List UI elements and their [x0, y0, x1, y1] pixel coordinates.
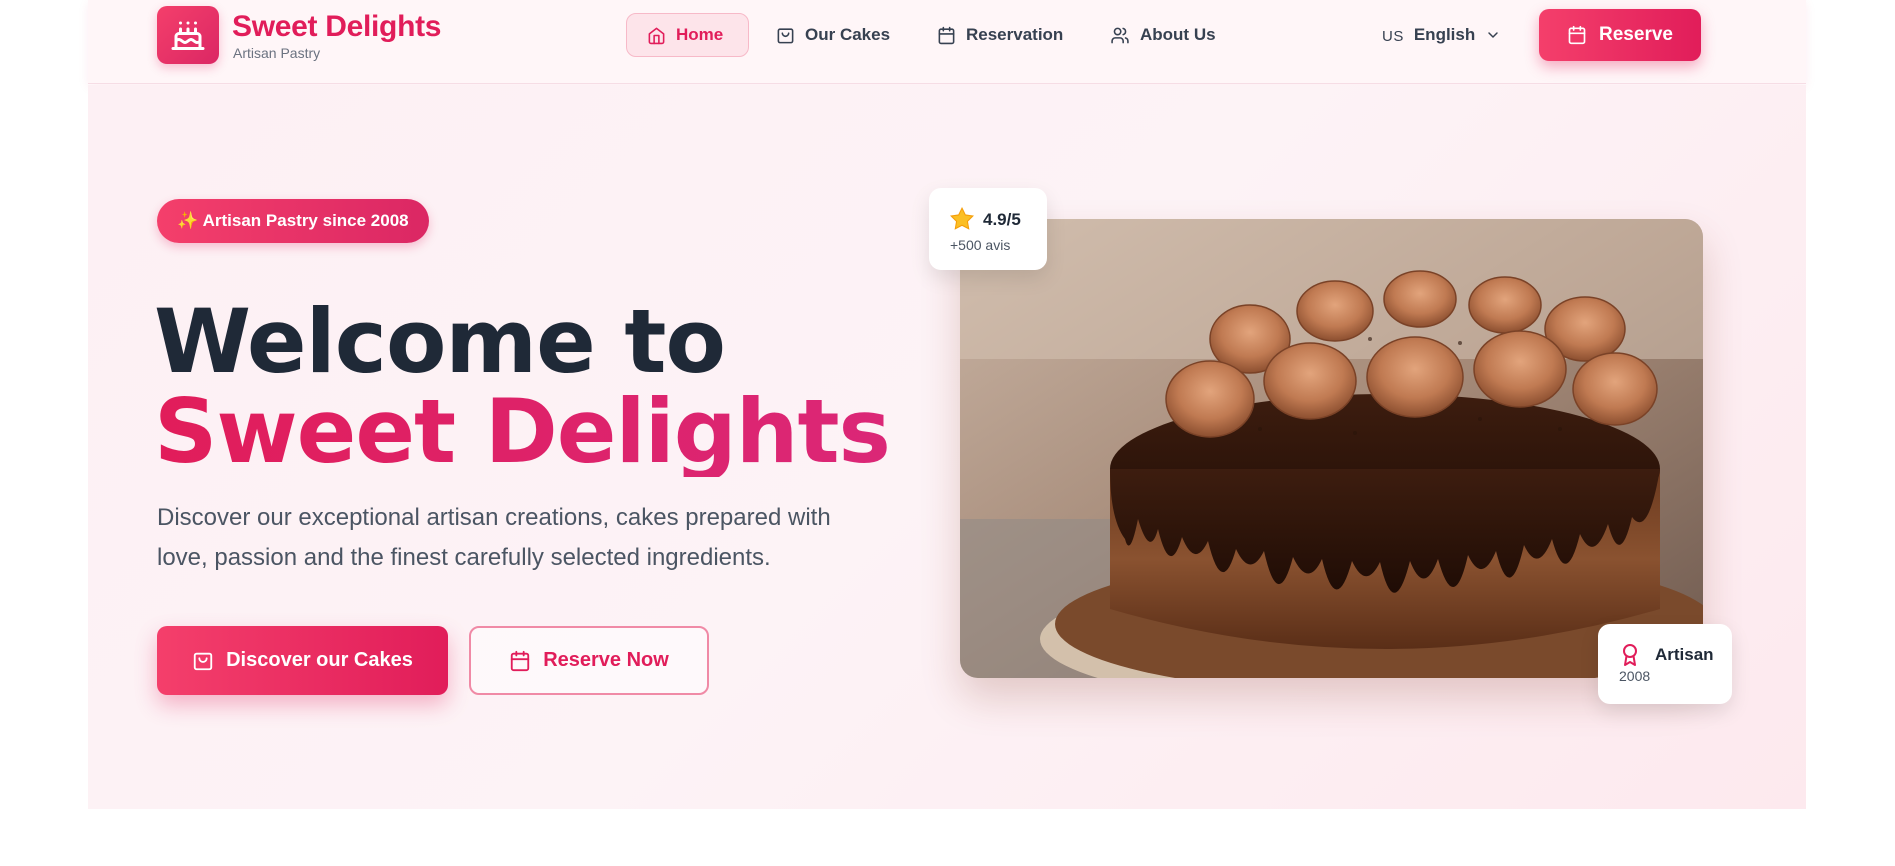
language-label: English	[1413, 25, 1476, 44]
site-header: Sweet Delights Artisan Pastry Home Our C…	[88, 0, 1806, 84]
language-selector[interactable]: US English	[1382, 13, 1501, 57]
discover-cakes-label: Discover our Cakes	[226, 649, 413, 671]
award-icon	[1623, 644, 1637, 666]
nav-item-home[interactable]: Home	[626, 13, 749, 57]
nav-item-reservation[interactable]: Reservation	[937, 13, 1063, 57]
hero-cake-image	[960, 219, 1703, 678]
artisan-year: 2008	[1619, 668, 1651, 684]
nav-item-label: Reservation	[966, 25, 1064, 44]
users-icon	[1111, 27, 1129, 43]
hero-badge: ✨ Artisan Pastry since 2008	[157, 199, 429, 243]
calendar-icon	[511, 650, 530, 671]
nav-item-label: About Us	[1140, 25, 1216, 44]
nav-item-about-us[interactable]: About Us	[1110, 13, 1216, 57]
calendar-icon	[938, 26, 955, 44]
hero-section: ✨ Artisan Pastry since 2008 Welcome to S…	[88, 85, 1806, 809]
nav-item-label: Our Cakes	[805, 25, 891, 44]
chevron-down-icon	[1488, 32, 1498, 38]
logo[interactable]	[157, 6, 219, 64]
reserve-now-label: Reserve Now	[543, 649, 669, 671]
brand-name[interactable]: Sweet Delights	[232, 10, 441, 44]
cake-icon	[171, 21, 205, 50]
artisan-card: Artisan 2008	[1598, 624, 1732, 704]
reserve-button-label: Reserve	[1599, 24, 1673, 45]
hero-headline: Welcome to Sweet Delights	[154, 290, 891, 483]
nav-item-our-cakes[interactable]: Our Cakes	[776, 13, 890, 57]
headline-line-2: Sweet Delights	[154, 380, 891, 483]
shopping-bag-icon	[777, 27, 794, 43]
calendar-icon	[1568, 25, 1586, 45]
home-icon	[648, 27, 665, 44]
nav-item-label: Home	[676, 25, 724, 44]
rating-value: 4.9/5	[983, 210, 1021, 229]
reserve-now-button[interactable]: Reserve Now	[469, 626, 709, 695]
rating-reviews: +500 avis	[950, 237, 1011, 253]
rating-card: 4.9/5 +500 avis	[929, 188, 1047, 270]
brand-subtitle: Artisan Pastry	[233, 45, 321, 61]
discover-cakes-button[interactable]: Discover our Cakes	[157, 626, 448, 695]
headline-line-1: Welcome to	[154, 290, 726, 393]
artisan-title: Artisan	[1655, 645, 1714, 664]
page: Sweet Delights Artisan Pastry Home Our C…	[0, 0, 1895, 866]
shopping-bag-icon	[193, 652, 213, 670]
reserve-button[interactable]: Reserve	[1539, 9, 1701, 61]
language-code: US	[1382, 28, 1404, 45]
hero-description: Discover our exceptional artisan creatio…	[157, 504, 831, 571]
star-icon	[950, 206, 974, 230]
